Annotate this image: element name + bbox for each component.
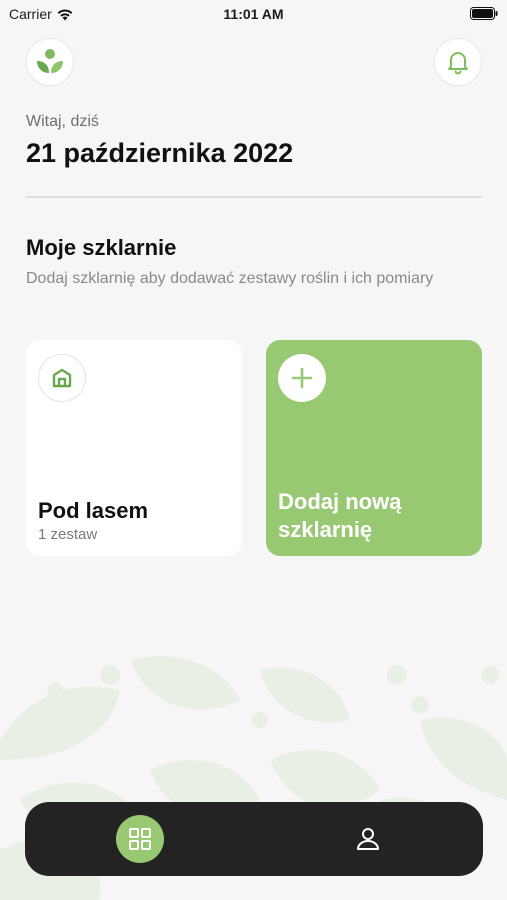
tab-home[interactable]	[116, 815, 164, 863]
app-logo-button[interactable]	[26, 38, 74, 86]
plant-logo-icon	[37, 49, 63, 73]
greenhouse-set-count: 1 zestaw	[38, 526, 98, 543]
status-time: 11:01 AM	[223, 6, 284, 22]
tab-profile[interactable]	[344, 815, 392, 863]
section-description: Dodaj szklarnię aby dodawać zestawy rośl…	[26, 270, 434, 287]
add-greenhouse-button[interactable]: Dodaj nową szklarnię	[266, 340, 482, 556]
greenhouse-name: Pod lasem	[38, 498, 149, 523]
current-date: 21 października 2022	[26, 138, 294, 168]
notifications-button[interactable]	[434, 38, 482, 86]
greenhouse-icon	[52, 368, 72, 388]
grid-icon	[129, 828, 151, 850]
greeting-label: Witaj, dziś	[26, 113, 99, 130]
battery-icon	[470, 7, 498, 20]
greenhouse-card[interactable]: Pod lasem 1 zestaw	[26, 340, 242, 556]
greenhouse-icon-badge	[38, 354, 86, 402]
add-greenhouse-label: Dodaj nową szklarnię	[278, 489, 402, 542]
user-icon	[357, 828, 379, 850]
bottom-tab-bar	[25, 802, 483, 876]
status-bar: Carrier 11:01 AM	[0, 0, 507, 30]
bell-icon	[448, 52, 468, 75]
plus-icon-badge	[278, 354, 326, 402]
plus-icon	[291, 367, 313, 389]
section-title: Moje szklarnie	[26, 235, 177, 260]
divider	[26, 196, 482, 198]
